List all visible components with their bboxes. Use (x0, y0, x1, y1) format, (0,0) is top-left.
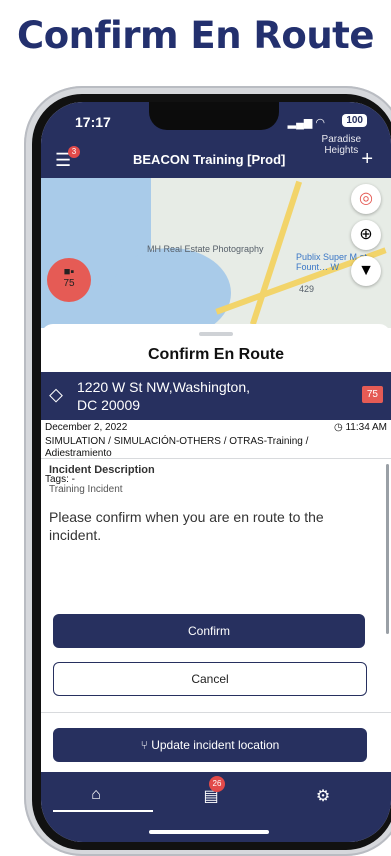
update-location-icon: ⑂ (140, 738, 152, 752)
priority-badge: 75 (361, 386, 383, 403)
phone-screen: 17:17 ▂▄▆ ◠ 100 ☰ 3 BEACON Training [Pro… (41, 102, 391, 842)
incident-type: SIMULATION / SIMULACIÓN-OTHERS / OTRAS-T… (45, 436, 309, 459)
incident-description: Training Incident (49, 484, 123, 495)
sheet-scrollbar[interactable] (386, 464, 389, 634)
home-indicator[interactable] (149, 830, 269, 834)
tab-active-indicator (53, 810, 153, 812)
filter-icon[interactable]: ▼ (351, 256, 381, 286)
ambulance-icon: ■▪ (63, 266, 75, 278)
incident-date: December 2, 2022 (45, 422, 128, 433)
divider (41, 712, 391, 713)
confirm-button[interactable]: Confirm (53, 614, 365, 648)
confirm-sheet: Confirm En Route ⬦ 1220 W St NW,Washingt… (41, 324, 391, 772)
navigate-icon[interactable]: ⬦ (49, 384, 63, 407)
confirm-prompt: Please confirm when you are en route to … (49, 509, 324, 543)
signal-wifi-icon: ▂▄▆ ◠ (287, 117, 325, 129)
map-label-poi: MH Real Estate Photography (147, 244, 264, 254)
sheet-title: Confirm En Route (148, 346, 284, 363)
battery-level: 100 (342, 114, 367, 127)
lifebuoy-icon[interactable]: ◎ (351, 184, 381, 214)
incident-description-label: Incident Description (49, 464, 155, 476)
incident-time-value: 11:34 AM (345, 422, 387, 433)
map-water (111, 248, 231, 328)
app-title: BEACON Training [Prod] (133, 152, 286, 167)
sheet-grip[interactable] (199, 332, 233, 336)
chat-badge: 26 (209, 776, 225, 792)
tab-bar: ⌂ ▤ 26 ⚙ (41, 772, 391, 842)
clock-icon: ◷ (333, 422, 346, 433)
page-headline: Confirm En Route (17, 14, 374, 57)
status-time: 17:17 (75, 114, 111, 130)
incident-address: 1220 W St NW,Washington, DC 20009 (77, 379, 250, 413)
address-bar: ⬦ 1220 W St NW,Washington, DC 20009 75 (41, 372, 391, 420)
settings-icon[interactable]: ⚙ (293, 786, 353, 806)
menu-badge: 3 (68, 146, 80, 158)
incident-time: ◷ 11:34 AM (334, 422, 387, 433)
unit-chip[interactable]: ■▪ 75 (47, 258, 91, 302)
map-view[interactable]: MH Real Estate Photography Publix Super … (41, 178, 391, 328)
unit-number: 75 (63, 278, 75, 289)
notch (149, 102, 279, 130)
update-location-button[interactable]: ⑂ Update incident location (53, 728, 367, 762)
divider (41, 458, 391, 459)
plus-icon[interactable]: + (361, 148, 373, 171)
cancel-button[interactable]: Cancel (53, 662, 367, 696)
home-icon[interactable]: ⌂ (66, 786, 126, 804)
locate-icon[interactable]: ⊕ (351, 220, 381, 250)
update-location-label: Update incident location (151, 738, 280, 752)
map-label-route: 429 (299, 284, 315, 294)
map-label-area: Paradise Heights (321, 134, 361, 156)
